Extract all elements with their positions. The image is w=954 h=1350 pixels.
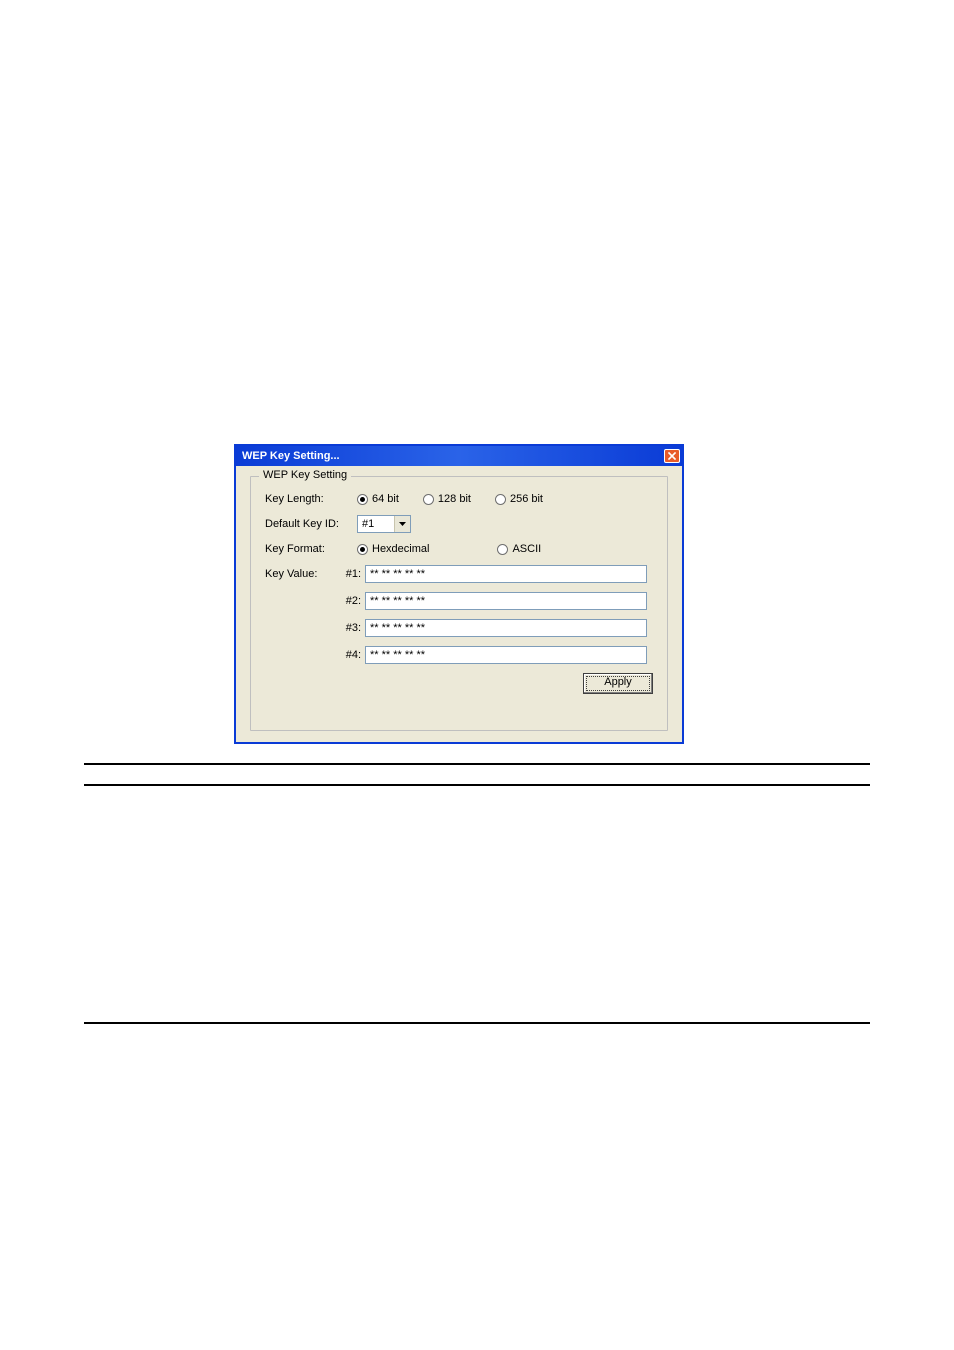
radio-icon	[497, 544, 508, 555]
key-format-hex-label: Hexdecimal	[372, 543, 429, 555]
horizontal-rule	[84, 763, 870, 765]
key-length-128-label: 128 bit	[438, 493, 471, 505]
default-key-id-row: Default Key ID: #1	[263, 515, 655, 533]
close-button[interactable]	[664, 449, 680, 463]
title-bar: WEP Key Setting...	[236, 446, 682, 466]
key-value-row-1: Key Value: #1: ** ** ** ** **	[263, 565, 655, 583]
key-length-64-radio[interactable]: 64 bit	[357, 493, 399, 505]
radio-icon	[495, 494, 506, 505]
key-1-index-label: #1:	[333, 568, 365, 580]
apply-button[interactable]: Apply	[583, 673, 653, 694]
key-format-ascii-label: ASCII	[512, 543, 541, 555]
key-format-row: Key Format: Hexdecimal ASCII	[263, 543, 655, 555]
key-2-input[interactable]: ** ** ** ** **	[365, 592, 647, 610]
default-key-id-select[interactable]: #1	[357, 515, 411, 533]
key-length-128-radio[interactable]: 128 bit	[423, 493, 471, 505]
key-length-256-radio[interactable]: 256 bit	[495, 493, 543, 505]
close-icon	[668, 452, 676, 460]
radio-icon	[357, 544, 368, 555]
dialog-client-area: WEP Key Setting Key Length: 64 bit 128 b…	[236, 466, 682, 742]
key-format-hex-radio[interactable]: Hexdecimal	[357, 543, 429, 555]
default-key-id-value: #1	[358, 516, 394, 532]
dropdown-button[interactable]	[394, 516, 410, 532]
page: WEP Key Setting... WEP Key Setting Key L…	[0, 0, 954, 1350]
key-4-index-label: #4:	[333, 649, 365, 661]
key-length-64-label: 64 bit	[372, 493, 399, 505]
radio-icon	[357, 494, 368, 505]
default-key-id-label: Default Key ID:	[263, 518, 357, 530]
horizontal-rule	[84, 784, 870, 786]
key-value-label: Key Value:	[263, 568, 333, 580]
key-length-label: Key Length:	[263, 493, 357, 505]
key-format-ascii-radio[interactable]: ASCII	[497, 543, 541, 555]
group-legend: WEP Key Setting	[259, 469, 351, 481]
dialog-title: WEP Key Setting...	[242, 450, 340, 462]
key-format-label: Key Format:	[263, 543, 357, 555]
key-1-input[interactable]: ** ** ** ** **	[365, 565, 647, 583]
key-length-256-label: 256 bit	[510, 493, 543, 505]
key-3-index-label: #3:	[333, 622, 365, 634]
key-value-row-3: #3: ** ** ** ** **	[263, 619, 655, 637]
key-3-input[interactable]: ** ** ** ** **	[365, 619, 647, 637]
key-4-input[interactable]: ** ** ** ** **	[365, 646, 647, 664]
radio-icon	[423, 494, 434, 505]
chevron-down-icon	[399, 522, 406, 526]
wep-key-setting-group: WEP Key Setting Key Length: 64 bit 128 b…	[250, 476, 668, 731]
horizontal-rule	[84, 1022, 870, 1024]
wep-key-setting-dialog: WEP Key Setting... WEP Key Setting Key L…	[234, 444, 684, 744]
key-2-index-label: #2:	[333, 595, 365, 607]
apply-row: Apply	[263, 673, 655, 694]
key-length-row: Key Length: 64 bit 128 bit 256 bit	[263, 493, 655, 505]
key-value-row-4: #4: ** ** ** ** **	[263, 646, 655, 664]
key-value-row-2: #2: ** ** ** ** **	[263, 592, 655, 610]
